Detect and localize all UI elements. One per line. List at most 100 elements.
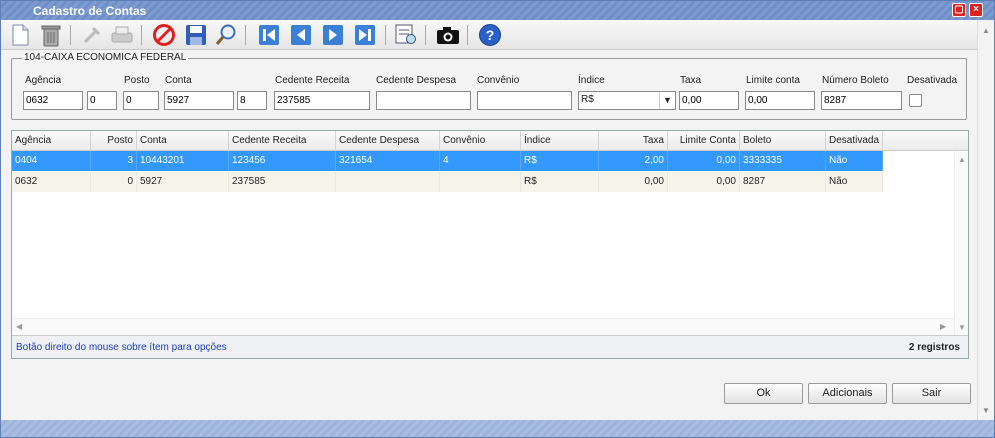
chevron-down-icon[interactable]: ▼ bbox=[659, 92, 675, 109]
new-document-icon[interactable] bbox=[7, 23, 33, 47]
grid-footer: Botão direito do mouse sobre ítem para o… bbox=[12, 335, 968, 358]
status-bar bbox=[1, 420, 994, 437]
table-row[interactable]: 0632 0 5927 237585 R$ 0,00 0,00 8287 Não bbox=[12, 172, 883, 192]
toolbar-separator bbox=[385, 25, 386, 45]
agencia-field[interactable] bbox=[23, 91, 83, 110]
grid-header: Agência Posto Conta Cedente Receita Cedente … bbox=[12, 131, 968, 151]
posto-field[interactable] bbox=[123, 91, 159, 110]
next-record-icon[interactable] bbox=[320, 23, 346, 47]
table-cell bbox=[336, 172, 440, 192]
grid-hint: Botão direito do mouse sobre ítem para o… bbox=[16, 342, 227, 353]
table-row[interactable]: 0404 3 10443201 123456 321654 4 R$ 2,00 0,00 3333… bbox=[12, 151, 883, 171]
scroll-up-icon[interactable]: ▲ bbox=[982, 26, 990, 35]
last-record-icon[interactable] bbox=[352, 23, 378, 47]
indice-select[interactable]: R$ ▼ bbox=[578, 91, 676, 110]
conta-label: Conta bbox=[165, 75, 192, 86]
column-header[interactable]: Cedente Receita bbox=[229, 131, 336, 151]
convenio-field[interactable] bbox=[477, 91, 572, 110]
column-header[interactable]: Índice bbox=[521, 131, 599, 151]
svg-text:?: ? bbox=[486, 27, 495, 43]
table-cell: 0404 bbox=[12, 151, 91, 171]
printer-icon[interactable] bbox=[109, 23, 135, 47]
scroll-down-icon[interactable]: ▼ bbox=[958, 323, 966, 332]
table-cell: 0 bbox=[91, 172, 137, 192]
close-icon[interactable]: × bbox=[969, 3, 983, 17]
table-cell: 2,00 bbox=[599, 151, 668, 171]
help-icon[interactable]: ? bbox=[477, 23, 503, 47]
table-cell: R$ bbox=[521, 151, 599, 171]
numero-boleto-field[interactable] bbox=[821, 91, 902, 110]
title-bar[interactable]: Cadastro de Contas ▢ × bbox=[1, 1, 994, 20]
column-header[interactable]: Posto bbox=[91, 131, 137, 151]
cedente-receita-field[interactable] bbox=[274, 91, 370, 110]
conta-field[interactable] bbox=[164, 91, 234, 110]
window: Cadastro de Contas ▢ × ? ▲ ▼ 104-CAIXA E… bbox=[0, 0, 995, 438]
table-cell: 0,00 bbox=[668, 151, 740, 171]
scroll-down-icon[interactable]: ▼ bbox=[982, 406, 990, 415]
grid-vertical-scrollbar[interactable]: ▲ ▼ bbox=[954, 151, 968, 337]
table-cell: 5927 bbox=[137, 172, 229, 192]
table-cell: 0,00 bbox=[668, 172, 740, 192]
search-icon[interactable] bbox=[213, 23, 239, 47]
indice-label: Índice bbox=[578, 75, 605, 86]
table-cell: 10443201 bbox=[137, 151, 229, 171]
column-header[interactable]: Taxa bbox=[599, 131, 668, 151]
save-icon[interactable] bbox=[183, 23, 209, 47]
desativada-checkbox[interactable] bbox=[909, 94, 922, 107]
cedente-despesa-field[interactable] bbox=[376, 91, 471, 110]
report-icon[interactable] bbox=[393, 23, 419, 47]
table-cell: 123456 bbox=[229, 151, 336, 171]
account-form-group: 104-CAIXA ECONOMICA FEDERAL bbox=[11, 52, 967, 120]
column-header[interactable]: Cedente Despesa bbox=[336, 131, 440, 151]
camera-icon[interactable] bbox=[435, 23, 461, 47]
restore-icon[interactable]: ▢ bbox=[952, 3, 966, 17]
cedente-receita-label: Cedente Receita bbox=[275, 75, 350, 86]
trash-icon[interactable] bbox=[38, 23, 64, 47]
grid-horizontal-scrollbar[interactable]: ◀ ▶ bbox=[12, 318, 954, 335]
table-cell: 321654 bbox=[336, 151, 440, 171]
limite-conta-label: Limite conta bbox=[746, 75, 800, 86]
cancel-icon[interactable] bbox=[151, 23, 177, 47]
toolbar-separator bbox=[141, 25, 142, 45]
indice-value: R$ bbox=[581, 94, 594, 105]
table-cell: 3333335 bbox=[740, 151, 826, 171]
numero-boleto-label: Número Boleto bbox=[822, 75, 889, 86]
table-cell: Não bbox=[826, 151, 883, 171]
window-scrollbar[interactable]: ▲ ▼ bbox=[977, 20, 994, 420]
column-header[interactable]: Agência bbox=[12, 131, 91, 151]
scroll-up-icon[interactable]: ▲ bbox=[958, 155, 966, 164]
first-record-icon[interactable] bbox=[256, 23, 282, 47]
agencia-digit-field[interactable] bbox=[87, 91, 117, 110]
conta-digit-field[interactable] bbox=[237, 91, 267, 110]
scroll-right-icon[interactable]: ▶ bbox=[940, 322, 946, 331]
table-cell: 3 bbox=[91, 151, 137, 171]
table-cell: R$ bbox=[521, 172, 599, 192]
column-header[interactable]: Convênio bbox=[440, 131, 521, 151]
desativada-label: Desativada bbox=[907, 75, 958, 86]
toolbar-separator bbox=[245, 25, 246, 45]
column-header[interactable]: Desativada bbox=[826, 131, 883, 151]
column-header[interactable]: Limite Conta bbox=[668, 131, 740, 151]
toolbar-separator bbox=[467, 25, 468, 45]
limite-conta-field[interactable] bbox=[745, 91, 815, 110]
table-cell: 4 bbox=[440, 151, 521, 171]
adicionais-button[interactable]: Adicionais bbox=[808, 383, 887, 404]
bank-name-label: 104-CAIXA ECONOMICA FEDERAL bbox=[22, 52, 189, 63]
taxa-field[interactable] bbox=[679, 91, 739, 110]
toolbar-separator bbox=[70, 25, 71, 45]
ok-button[interactable]: Ok bbox=[724, 383, 803, 404]
posto-label: Posto bbox=[124, 75, 150, 86]
toolbar: ? bbox=[1, 20, 977, 50]
agencia-label: Agência bbox=[25, 75, 62, 86]
table-cell: Não bbox=[826, 172, 883, 192]
tools-icon[interactable] bbox=[79, 23, 105, 47]
scroll-left-icon[interactable]: ◀ bbox=[16, 322, 22, 331]
taxa-label: Taxa bbox=[680, 75, 702, 86]
table-cell: 237585 bbox=[229, 172, 336, 192]
column-header[interactable]: Conta bbox=[137, 131, 229, 151]
cedente-despesa-label: Cedente Despesa bbox=[376, 75, 457, 86]
previous-record-icon[interactable] bbox=[288, 23, 314, 47]
column-header[interactable]: Boleto bbox=[740, 131, 826, 151]
sair-button[interactable]: Sair bbox=[892, 383, 971, 404]
table-cell: 8287 bbox=[740, 172, 826, 192]
